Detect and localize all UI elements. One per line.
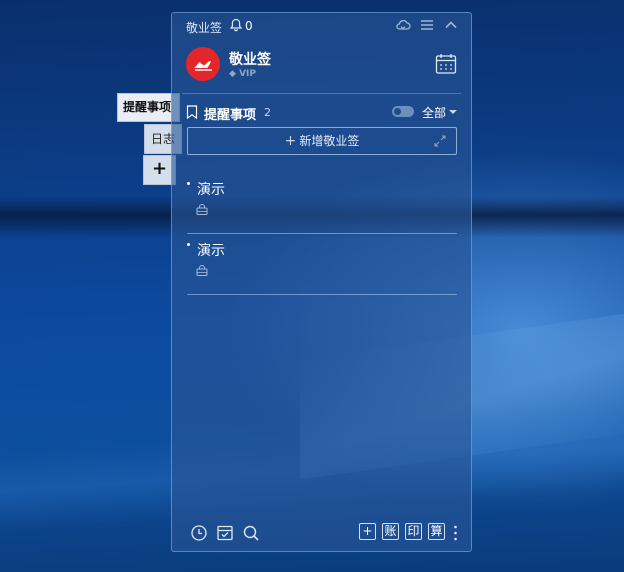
- more-icon[interactable]: [454, 525, 457, 541]
- bookmark-icon: [186, 105, 198, 119]
- calendar-icon[interactable]: [435, 53, 457, 75]
- section-title: 提醒事项: [204, 108, 257, 123]
- panel-topbar: 敬业签 0: [172, 13, 471, 39]
- section-header: 提醒事项 2 全部: [186, 103, 458, 123]
- section-count: 2: [264, 106, 271, 119]
- account-button[interactable]: 账: [382, 523, 399, 540]
- note-bullet: [187, 182, 190, 185]
- filter-dropdown[interactable]: 全部: [422, 104, 446, 121]
- menu-icon[interactable]: [419, 17, 435, 33]
- app-title: 敬业签: [186, 21, 223, 35]
- calc-button[interactable]: 算: [428, 523, 445, 540]
- search-icon[interactable]: [242, 524, 260, 542]
- diamond-icon: ◆: [229, 69, 240, 79]
- panel-bottombar: + 账 印 算: [172, 515, 471, 551]
- profile-header: 敬业签 ◆ VIP: [172, 41, 471, 93]
- note-bullet: [187, 243, 190, 246]
- clock-icon[interactable]: [190, 524, 208, 542]
- avatar[interactable]: [186, 47, 220, 81]
- note-text: 演示: [197, 182, 225, 198]
- note-item[interactable]: 演示: [187, 177, 457, 234]
- cloud-icon[interactable]: [395, 17, 411, 33]
- vip-badge[interactable]: ◆ VIP: [229, 69, 256, 79]
- vip-label: VIP: [239, 69, 256, 79]
- note-text: 演示: [197, 243, 225, 259]
- new-note-label: 新增敬业签: [299, 134, 360, 148]
- lock-icon: [196, 265, 208, 276]
- profile-name: 敬业签: [229, 52, 271, 68]
- collapse-icon[interactable]: [443, 17, 459, 33]
- archive-icon[interactable]: [216, 524, 234, 542]
- new-note-button[interactable]: + 新增敬业签: [187, 127, 457, 155]
- note-item[interactable]: 演示: [187, 238, 457, 295]
- divider: [182, 93, 461, 94]
- expand-icon[interactable]: [434, 135, 446, 147]
- note-panel: 敬业签 0 敬业签 ◆ VIP 提醒事项 2 全部 + 新增敬业签 演示 演示 …: [171, 12, 472, 552]
- lock-icon: [196, 204, 208, 215]
- view-toggle[interactable]: [392, 106, 414, 117]
- bell-icon[interactable]: [229, 18, 243, 32]
- add-button[interactable]: +: [359, 523, 376, 540]
- notification-count: 0: [245, 19, 253, 33]
- plus-icon: +: [284, 133, 297, 149]
- print-button[interactable]: 印: [405, 523, 422, 540]
- chevron-down-icon[interactable]: [449, 110, 457, 114]
